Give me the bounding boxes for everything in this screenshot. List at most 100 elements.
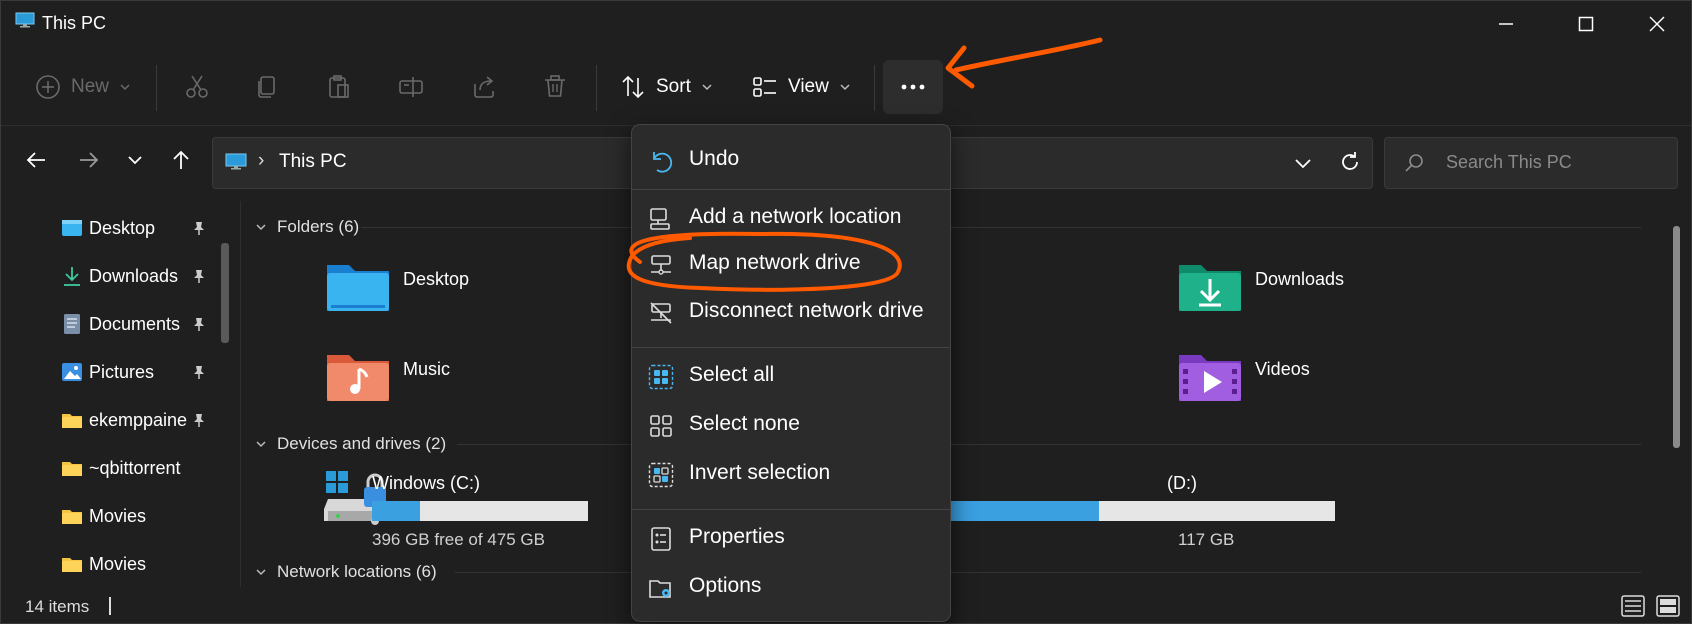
- menu-item-select-all[interactable]: Select all: [632, 353, 950, 399]
- pin-icon: [194, 318, 204, 331]
- navigation-pane: Desktop Downloads Documents Pictures eke…: [1, 197, 237, 587]
- download-icon: [64, 267, 80, 286]
- menu-item-label: Disconnect network drive: [689, 299, 924, 322]
- arrow-up-icon: [173, 150, 189, 169]
- menu-item-disconnect-network-drive[interactable]: Disconnect network drive: [632, 289, 950, 335]
- group-title: Devices and drives (2): [277, 434, 447, 453]
- drive-free-space: 117 GB: [1178, 530, 1235, 549]
- menu-item-select-none[interactable]: Select none: [632, 402, 950, 448]
- chevron-down-icon: [120, 84, 130, 91]
- sort-button[interactable]: Sort: [620, 67, 713, 107]
- content-pane: Folders (6) Desktop Downloads Music Vide…: [241, 197, 1671, 587]
- delete-button[interactable]: [542, 67, 568, 107]
- menu-item-undo[interactable]: Undo: [632, 137, 950, 183]
- chevron-down-icon: [840, 84, 850, 91]
- breadcrumb[interactable]: This PC: [279, 151, 347, 173]
- folders-group-header[interactable]: Folders (6): [255, 217, 359, 237]
- music-folder-icon: [327, 355, 389, 401]
- sidebar-item-movies-2[interactable]: Movies: [61, 547, 231, 581]
- view-label: View: [788, 76, 829, 97]
- sidebar-item-movies[interactable]: Movies: [61, 499, 231, 533]
- folder-icon: [62, 558, 82, 572]
- maximize-icon: [1578, 16, 1594, 32]
- menu-item-options[interactable]: Options: [632, 564, 950, 610]
- chevron-down-icon: [1295, 159, 1311, 169]
- folder-tile-music[interactable]: Music: [325, 349, 450, 403]
- forward-button[interactable]: [73, 144, 105, 176]
- invert-selection-icon: [648, 462, 674, 488]
- pin-icon: [194, 222, 204, 235]
- folder-tile-desktop[interactable]: Desktop: [325, 259, 469, 313]
- refresh-button[interactable]: [1339, 151, 1361, 178]
- sidebar-item-label: Movies: [89, 505, 147, 526]
- sidebar-item-pictures[interactable]: Pictures: [61, 355, 231, 389]
- sidebar-item-ekemppaine[interactable]: ekemppaine: [61, 403, 231, 437]
- sort-label: Sort: [656, 76, 691, 97]
- folder-tile-downloads[interactable]: Downloads: [1177, 259, 1344, 313]
- properties-icon: [651, 527, 671, 551]
- sidebar-item-downloads[interactable]: Downloads: [61, 259, 231, 293]
- sidebar-item-qbittorrent[interactable]: ~qbittorrent: [61, 451, 231, 485]
- rename-button[interactable]: [398, 67, 424, 107]
- network-group-header[interactable]: Network locations (6): [255, 562, 437, 582]
- drive-name: Windows (C:): [372, 473, 481, 493]
- menu-item-map-network-drive[interactable]: Map network drive: [632, 241, 950, 287]
- command-bar: New Sort View: [1, 47, 1691, 126]
- close-button[interactable]: [1637, 9, 1677, 39]
- breadcrumb-separator: ›: [258, 150, 265, 171]
- search-input[interactable]: Search This PC: [1384, 137, 1678, 189]
- pin-icon: [194, 366, 204, 379]
- folder-icon: [62, 510, 82, 524]
- chevron-down-icon: [256, 224, 266, 231]
- paste-button[interactable]: [326, 67, 352, 107]
- share-button[interactable]: [471, 67, 497, 107]
- window-title: This PC: [42, 13, 107, 33]
- pin-icon: [194, 414, 204, 427]
- view-button[interactable]: View: [752, 67, 851, 107]
- sidebar-item-documents[interactable]: Documents: [61, 307, 231, 341]
- folder-label: Desktop: [403, 269, 470, 289]
- menu-separator: [632, 347, 950, 348]
- sidebar-scrollbar[interactable]: [221, 243, 229, 343]
- see-more-button[interactable]: [883, 60, 943, 114]
- menu-item-add-network-location[interactable]: Add a network location: [632, 195, 950, 241]
- folder-tile-videos[interactable]: Videos: [1177, 349, 1310, 403]
- recent-locations-button[interactable]: [119, 144, 151, 176]
- content-scrollbar[interactable]: [1673, 226, 1680, 448]
- disconnect-drive-icon: [650, 302, 672, 324]
- plus-circle-icon: [36, 75, 60, 99]
- search-icon: [1405, 154, 1423, 172]
- document-icon: [64, 314, 80, 334]
- select-none-icon: [650, 415, 672, 437]
- up-button[interactable]: [165, 144, 197, 176]
- menu-item-label: Properties: [689, 525, 785, 548]
- sidebar-item-label: Pictures: [89, 361, 155, 382]
- menu-item-label: Undo: [689, 147, 740, 170]
- desktop-icon: [62, 220, 82, 236]
- details-view-icon[interactable]: [1621, 595, 1645, 617]
- menu-item-properties[interactable]: Properties: [632, 515, 950, 561]
- maximize-button[interactable]: [1566, 9, 1606, 39]
- pin-icon: [194, 270, 204, 283]
- status-divider: [109, 597, 111, 615]
- copy-button[interactable]: [254, 67, 280, 107]
- monitor-icon: [15, 12, 35, 28]
- menu-item-label: Select all: [689, 363, 775, 386]
- sidebar-item-label: ekemppaine: [89, 409, 188, 430]
- tiles-view-icon[interactable]: [1656, 595, 1680, 617]
- new-button[interactable]: New: [35, 67, 131, 107]
- back-button[interactable]: [20, 144, 52, 176]
- title-bar: This PC: [1, 1, 1691, 47]
- devices-group-header[interactable]: Devices and drives (2): [255, 434, 446, 454]
- drive-usage-fill: [372, 501, 420, 521]
- drive-usage-fill: [941, 501, 1099, 521]
- cut-button[interactable]: [184, 67, 210, 107]
- minimize-button[interactable]: [1486, 9, 1526, 39]
- scissors-icon: [186, 75, 208, 98]
- menu-item-invert-selection[interactable]: Invert selection: [632, 451, 950, 497]
- menu-item-label: Options: [689, 574, 762, 597]
- options-icon: [649, 580, 671, 598]
- downloads-folder-icon: [1179, 265, 1241, 311]
- address-history-button[interactable]: [1293, 153, 1313, 178]
- sidebar-item-desktop[interactable]: Desktop: [61, 211, 231, 245]
